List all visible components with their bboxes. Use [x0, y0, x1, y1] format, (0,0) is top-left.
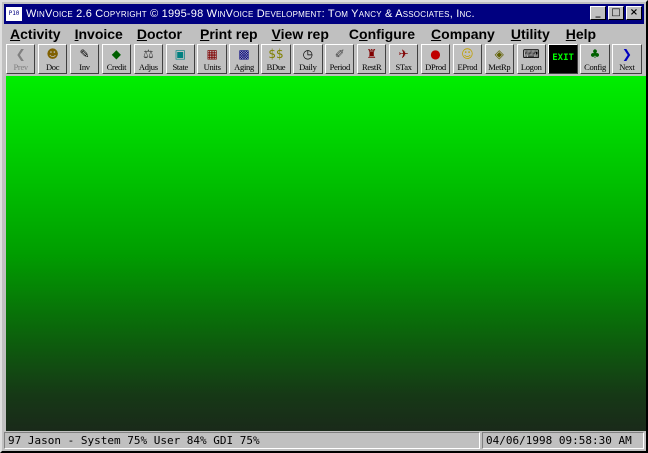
toolbar-button-logon[interactable]: ⌨ Logon — [516, 44, 546, 74]
toolbar-button-label: Credit — [106, 62, 127, 72]
toolbar-button-label: Inv — [79, 62, 90, 72]
credit-icon: ◆ — [111, 47, 122, 61]
toolbar-button-eprod[interactable]: ☺ EProd — [452, 44, 483, 74]
toolbar-button-adjus[interactable]: ⚖ Adjus — [133, 44, 164, 74]
status-bar: 97 Jason - System 75% User 84% GDI 75% 0… — [4, 432, 644, 451]
exit-icon: EXIT — [552, 53, 574, 63]
menu-view-rep[interactable]: View rep — [270, 26, 331, 42]
invoice-icon: ✎ — [79, 47, 90, 61]
client-area — [6, 76, 646, 431]
toolbar-button-label: Daily — [299, 62, 317, 72]
toolbar-button-inv[interactable]: ✎ Inv — [69, 44, 100, 74]
toolbar-button-label: Period — [329, 62, 351, 72]
statement-icon: ▣ — [174, 47, 186, 61]
menu-print-rep[interactable]: Print rep — [198, 26, 260, 42]
doctor-icon: ☻ — [46, 47, 59, 61]
toolbar: ❮ Prev ☻ Doc ✎ Inv ◆ Credit ⚖ Adjus ▣ State ▦ Units ▩ A… — [4, 44, 644, 75]
toolbar-button-next[interactable]: ❯ Next — [612, 44, 642, 74]
units-icon: ▦ — [206, 47, 218, 61]
toolbar-button-restr[interactable]: ♜ RestR — [356, 44, 387, 74]
doctor-production-icon: ● — [430, 47, 441, 61]
toolbar-button-label: Adjus — [138, 62, 158, 72]
toolbar-button-config[interactable]: ♣ Config — [580, 44, 610, 74]
toolbar-button-prev[interactable]: ❮ Prev — [6, 44, 36, 74]
toolbar-button-aging[interactable]: ▩ Aging — [229, 44, 259, 74]
close-button[interactable]: × — [626, 6, 642, 20]
toolbar-button-metrp[interactable]: ◈ MetRp — [484, 44, 514, 74]
main-window: P10 WinVoice 2.6 Copyright © 1995-98 Win… — [0, 0, 648, 453]
toolbar-button-label: State — [172, 62, 188, 72]
toolbar-button-label: Prev — [13, 62, 29, 72]
toolbar-button-state[interactable]: ▣ State — [165, 44, 195, 74]
menu-activity[interactable]: Activity — [8, 26, 63, 42]
toolbar-button-label: STax — [395, 62, 412, 72]
toolbar-button-label: Aging — [234, 62, 254, 72]
menu-doctor[interactable]: Doctor — [135, 26, 184, 42]
chevron-right-icon: ❯ — [621, 47, 632, 61]
toolbar-button-exit[interactable]: EXIT — [548, 44, 578, 74]
toolbar-button-period[interactable]: ✐ Period — [325, 44, 355, 74]
menu-bar: Activity Invoice Doctor Print rep View rep Co… — [4, 24, 644, 44]
toolbar-button-dprod[interactable]: ● DProd — [420, 44, 451, 74]
menu-help[interactable]: Help — [564, 26, 598, 42]
chair-icon: ♜ — [366, 47, 378, 61]
menu-invoice[interactable]: Invoice — [73, 26, 125, 42]
period-icon: ✐ — [334, 47, 345, 61]
chevron-left-icon: ❮ — [15, 47, 26, 61]
menu-company[interactable]: Company — [429, 26, 497, 42]
employee-production-icon: ☺ — [461, 47, 474, 61]
dollar-icon: $$ — [268, 47, 284, 61]
toolbar-button-doc[interactable]: ☻ Doc — [37, 44, 68, 74]
toolbar-button-label: DProd — [425, 62, 446, 72]
datetime-status: 04/06/1998 09:58:30 AM — [482, 432, 644, 449]
toolbar-button-credit[interactable]: ◆ Credit — [101, 44, 132, 74]
toolbar-button-label: EProd — [457, 62, 478, 72]
logon-icon: ⌨ — [522, 47, 540, 61]
maximize-button[interactable]: □ — [608, 6, 624, 20]
toolbar-button-label: RestR — [362, 62, 382, 72]
toolbar-button-stax[interactable]: ✈ STax — [388, 44, 419, 74]
toolbar-button-daily[interactable]: ◷ Daily — [293, 44, 323, 74]
minimize-button[interactable]: _ — [590, 6, 606, 20]
window-title: WinVoice 2.6 Copyright © 1995-98 WinVoic… — [26, 8, 475, 20]
toolbar-button-units[interactable]: ▦ Units — [197, 44, 227, 74]
toolbar-button-label: BDue — [266, 62, 286, 72]
menu-utility[interactable]: Utility — [509, 26, 552, 42]
app-icon[interactable]: P10 — [6, 7, 22, 21]
toolbar-button-label: MetRp — [488, 62, 511, 72]
toolbar-button-label: Config — [584, 62, 606, 72]
metric-report-icon: ◈ — [494, 47, 504, 61]
toolbar-button-label: Doc — [45, 62, 60, 72]
tax-icon: ✈ — [398, 47, 409, 61]
aging-chart-icon: ▩ — [238, 47, 250, 61]
title-bar[interactable]: P10 WinVoice 2.6 Copyright © 1995-98 Win… — [4, 4, 644, 24]
clock-icon: ◷ — [302, 47, 314, 61]
scale-icon: ⚖ — [142, 47, 154, 61]
toolbar-button-label: Logon — [520, 62, 542, 72]
toolbar-button-label: Next — [619, 62, 635, 72]
config-icon: ♣ — [589, 47, 601, 61]
toolbar-button-bdue[interactable]: $$ BDue — [261, 44, 291, 74]
system-resources-status: 97 Jason - System 75% User 84% GDI 75% — [4, 432, 480, 449]
menu-configure[interactable]: Configure — [347, 26, 417, 42]
toolbar-button-label: Units — [203, 62, 221, 72]
